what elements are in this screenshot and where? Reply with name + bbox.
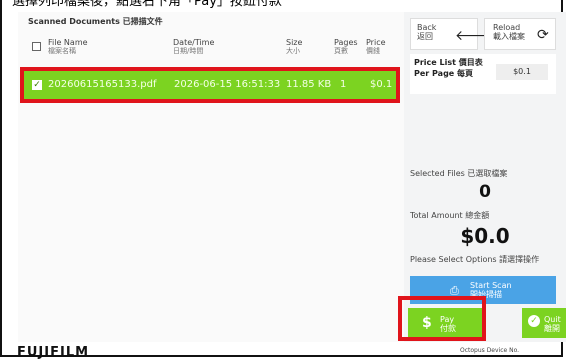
quit-button[interactable]: ✓ Quit 離開	[522, 308, 566, 338]
quit-label: Quit	[544, 315, 561, 324]
fujifilm-logo: FUJIFILM	[17, 345, 90, 360]
header-datetime: Date/Time 日期/時間	[173, 38, 215, 55]
price-list-title: Price List 價目表	[414, 58, 483, 67]
back-button[interactable]: Back 返回 🡐	[410, 18, 493, 50]
reload-label: Reload	[493, 23, 521, 32]
kiosk-screen: Scanned Documents 已掃描文件 File Name 檔案名稱 Da…	[18, 12, 566, 342]
device-number-label: Octopus Device No.	[460, 347, 520, 354]
header-pages: Pages 頁數	[334, 38, 358, 55]
reload-button[interactable]: Reload 載入檔案 ⟳	[484, 18, 556, 50]
header-filename: File Name 檔案名稱	[48, 38, 88, 55]
quit-label-sub: 離開	[544, 324, 560, 333]
pay-highlight-box	[398, 296, 486, 341]
per-page-value: $0.1	[496, 64, 548, 80]
total-amount-label: Total Amount 總金額	[410, 211, 490, 220]
check-circle-icon: ✓	[528, 315, 540, 327]
selected-files-count: 0	[479, 182, 491, 202]
total-amount-value: $0.0	[460, 224, 510, 248]
price-list-box: Price List 價目表 Per Page 每頁 $0.1	[410, 54, 556, 94]
reload-icon: ⟳	[537, 27, 549, 43]
start-scan-label: Start Scan	[470, 281, 512, 290]
reload-label-sub: 載入檔案	[493, 32, 525, 41]
table-header: File Name 檔案名稱 Date/Time 日期/時間 Size 大小 Page…	[18, 34, 404, 64]
options-label: Please Select Options 請選擇操作	[410, 255, 540, 264]
panel-title: Scanned Documents 已掃描文件	[28, 17, 163, 26]
per-page-label: Per Page 每頁	[414, 69, 474, 78]
row-highlight-box	[20, 67, 400, 103]
options-panel: Back 返回 🡐 Reload 載入檔案 ⟳ Price List 價目表 Per…	[404, 12, 566, 342]
back-label: Back	[417, 23, 437, 32]
selected-files-label: Selected Files 已選取檔案	[410, 169, 508, 178]
header-size: Size 大小	[286, 38, 303, 55]
header-price: Price 價錢	[366, 38, 386, 55]
back-label-sub: 返回	[417, 32, 433, 41]
scanned-documents-panel: Scanned Documents 已掃描文件 File Name 檔案名稱 Da…	[18, 12, 404, 342]
select-all-checkbox[interactable]	[32, 42, 41, 51]
